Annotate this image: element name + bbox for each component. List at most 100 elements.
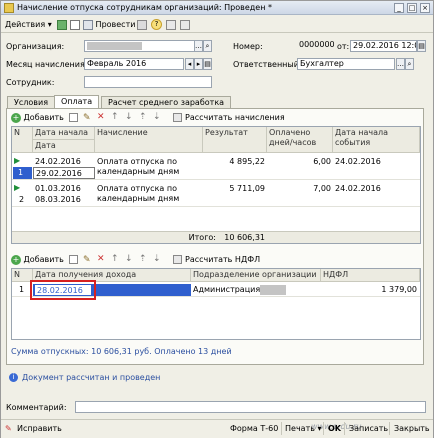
save-icon[interactable] [70,20,80,30]
delete-icon[interactable]: ✕ [97,254,105,264]
sort-desc-icon[interactable]: ⇣ [153,112,161,122]
report-icon[interactable] [166,20,176,30]
row-end[interactable]: 29.02.2016 [33,167,95,179]
separator [389,422,390,435]
department-redacted [260,285,286,295]
col-department[interactable]: Подразделение организации [191,269,321,282]
vacation-summary: Сумма отпускных: 10 606,31 руб. Оплачено… [11,347,232,356]
move-up-icon[interactable]: ↑ [111,112,119,122]
maximize-icon[interactable]: □ [407,3,417,13]
edit-icon[interactable]: ✎ [83,255,91,265]
ndfl-table[interactable]: N Дата получения дохода Подразделение ор… [11,268,421,340]
date-calendar-icon[interactable]: ▤ [417,40,426,52]
col-start-date[interactable]: Дата начала [33,127,95,140]
separator [344,422,345,435]
tab-conditions[interactable]: Условия [7,96,56,108]
form-t60-button[interactable]: Форма Т-60 [230,424,278,433]
close-button[interactable]: Закрыть [394,424,430,433]
post-button[interactable]: Провести [83,18,135,31]
print-menu[interactable]: Печать ▾ [285,424,322,433]
fix-button[interactable]: Исправить [17,424,62,433]
accruals-add-label: Добавить [23,113,64,122]
col-paid[interactable]: Оплачено дней/часов [267,127,333,153]
recalc-icon[interactable] [173,113,182,122]
col-ndfl[interactable]: НДФЛ [321,269,420,282]
help-icon[interactable]: ? [151,19,162,30]
edit-icon[interactable]: ✎ [83,113,91,123]
ok-button[interactable]: OK [328,424,341,433]
post-close-icon[interactable] [57,20,67,30]
table-row[interactable]: ▶ 1 24.02.2016 29.02.2016 Оплата отпуска… [12,154,420,180]
month-next-button[interactable]: ▸ [194,58,203,70]
add-icon: + [11,112,21,123]
row-start: 01.03.2016 [35,184,81,193]
month-prev-button[interactable]: ◂ [185,58,194,70]
date-field[interactable]: 29.02.2016 12:00 [350,40,417,52]
copy-icon[interactable] [69,113,78,122]
accruals-table[interactable]: N Дата начала Дата окончания Начисление … [11,126,421,244]
ndfl-add-button[interactable]: + Добавить [11,254,64,265]
row-paid: 6,00 [313,157,331,166]
toolbar: Действия ▾ Провести ? [1,16,433,33]
document-icon [4,3,14,13]
col-result[interactable]: Результат [203,127,267,153]
employee-field[interactable] [84,76,212,88]
org-redacted [87,42,142,50]
structure-icon[interactable] [137,20,147,30]
org-field[interactable] [84,40,202,52]
tab-payment[interactable]: Оплата [54,95,100,108]
responsible-choose-button[interactable]: … [396,58,405,70]
employee-label: Сотрудник: [6,78,55,87]
org-label: Организация: [6,42,65,51]
total-value: 10 606,31 [224,233,265,242]
table-row[interactable]: 1 28.02.2016 Администрация 1 379,00 [12,280,420,300]
close-icon[interactable]: × [420,3,430,13]
move-down-icon[interactable]: ↓ [125,254,133,264]
post-label: Провести [95,20,136,29]
row-result: 5 711,09 [229,184,265,193]
move-down-icon[interactable]: ↓ [125,112,133,122]
month-field[interactable]: Февраль 2016 [84,58,184,70]
accruals-add-button[interactable]: + Добавить [11,112,64,123]
separator [323,422,324,435]
responsible-field[interactable]: Бухгалтер [297,58,395,70]
sort-asc-icon[interactable]: ⇡ [139,254,147,264]
row-accrual: Оплата отпуска по календарным дням [97,157,180,176]
recalc-icon[interactable] [173,255,182,264]
copy-icon[interactable] [69,255,78,264]
calc-ndfl-button[interactable]: Рассчитать НДФЛ [185,254,260,265]
row-number-selected: 1 [13,167,32,179]
post-icon [83,19,93,30]
add-icon: + [11,254,21,265]
save-button[interactable]: Записать [349,424,388,433]
org-choose-button[interactable]: … [194,40,203,52]
info-icon: i [9,373,18,382]
responsible-search-icon[interactable]: ⌕ [405,58,414,70]
calc-accruals-button[interactable]: Рассчитать начисления [185,112,285,123]
col-accrual[interactable]: Начисление [95,127,203,153]
responsible-label: Ответственный: [233,60,302,69]
sort-desc-icon[interactable]: ⇣ [153,254,161,264]
list-icon[interactable] [180,20,190,30]
month-calendar-icon[interactable]: ▤ [203,58,212,70]
window-title: Начисление отпуска сотрудникам организац… [17,3,273,12]
minimize-icon[interactable]: _ [394,3,404,13]
col-event-date[interactable]: Дата начала события [333,127,420,153]
posted-row-icon: ▶ [14,183,21,192]
row-end: 08.03.2016 [35,195,81,204]
comment-input[interactable] [75,401,426,413]
sort-asc-icon[interactable]: ⇡ [139,112,147,122]
col-n[interactable]: N [12,127,33,153]
tab-average-earnings[interactable]: Расчет среднего заработка [101,96,232,108]
actions-menu[interactable]: Действия ▾ [5,18,52,31]
move-up-icon[interactable]: ↑ [111,254,119,264]
col-end-date[interactable]: Дата окончания [33,140,95,153]
number-field[interactable]: 00000000 [297,40,335,52]
bottom-bar: ✎ Исправить www.e-du.ru Форма Т-60 Печат… [1,419,433,438]
delete-icon[interactable]: ✕ [97,112,105,122]
org-search-icon[interactable]: ⌕ [203,40,212,52]
row-number: 1 [19,285,25,294]
document-status-note: Документ рассчитан и проведен [22,373,161,382]
document-window: Начисление отпуска сотрудникам организац… [0,0,434,438]
table-row[interactable]: ▶ 2 01.03.2016 08.03.2016 Оплата отпуска… [12,181,420,207]
